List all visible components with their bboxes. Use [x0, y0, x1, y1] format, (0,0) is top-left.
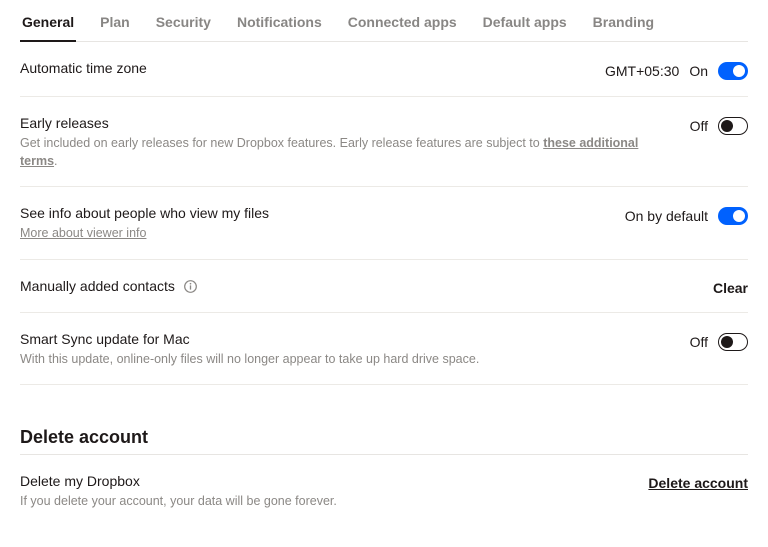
timezone-value: GMT+05:30: [605, 63, 679, 79]
tab-plan[interactable]: Plan: [98, 8, 132, 41]
settings-tabs: General Plan Security Notifications Conn…: [20, 0, 748, 42]
contacts-title: Manually added contacts: [20, 278, 693, 295]
smartsync-title: Smart Sync update for Mac: [20, 331, 670, 347]
delete-account-button[interactable]: Delete account: [648, 475, 748, 491]
early-releases-toggle[interactable]: [718, 117, 748, 135]
info-icon[interactable]: [183, 279, 198, 294]
viewer-info-toggle[interactable]: [718, 207, 748, 225]
clear-contacts-button[interactable]: Clear: [713, 280, 748, 296]
delete-my-dropbox-sub: If you delete your account, your data wi…: [20, 493, 628, 511]
tab-branding[interactable]: Branding: [591, 8, 656, 41]
row-smart-sync: Smart Sync update for Mac With this upda…: [20, 313, 748, 386]
early-sub-prefix: Get included on early releases for new D…: [20, 136, 543, 150]
delete-my-dropbox-title: Delete my Dropbox: [20, 473, 628, 489]
row-viewer-info: See info about people who view my files …: [20, 187, 748, 260]
tab-general[interactable]: General: [20, 8, 76, 42]
timezone-title: Automatic time zone: [20, 60, 585, 76]
early-sub-suffix: .: [54, 154, 57, 168]
tab-notifications[interactable]: Notifications: [235, 8, 324, 41]
row-early-releases: Early releases Get included on early rel…: [20, 97, 748, 187]
row-manually-added-contacts: Manually added contacts Clear: [20, 260, 748, 313]
tab-security[interactable]: Security: [154, 8, 213, 41]
timezone-state-label: On: [689, 63, 708, 79]
viewer-info-title: See info about people who view my files: [20, 205, 605, 221]
smartsync-subtitle: With this update, online-only files will…: [20, 351, 670, 369]
smartsync-state-label: Off: [690, 334, 708, 350]
timezone-toggle[interactable]: [718, 62, 748, 80]
smartsync-toggle[interactable]: [718, 333, 748, 351]
contacts-title-text: Manually added contacts: [20, 278, 175, 294]
viewer-info-link[interactable]: More about viewer info: [20, 226, 146, 240]
early-state-label: Off: [690, 118, 708, 134]
early-releases-subtitle: Get included on early releases for new D…: [20, 135, 670, 170]
viewer-state-label: On by default: [625, 208, 708, 224]
tab-default-apps[interactable]: Default apps: [481, 8, 569, 41]
row-delete-account: Delete my Dropbox If you delete your acc…: [20, 455, 748, 527]
tab-connected-apps[interactable]: Connected apps: [346, 8, 459, 41]
delete-account-heading: Delete account: [20, 427, 748, 448]
early-releases-title: Early releases: [20, 115, 670, 131]
row-automatic-timezone: Automatic time zone GMT+05:30 On: [20, 42, 748, 97]
viewer-info-subtitle: More about viewer info: [20, 225, 605, 243]
